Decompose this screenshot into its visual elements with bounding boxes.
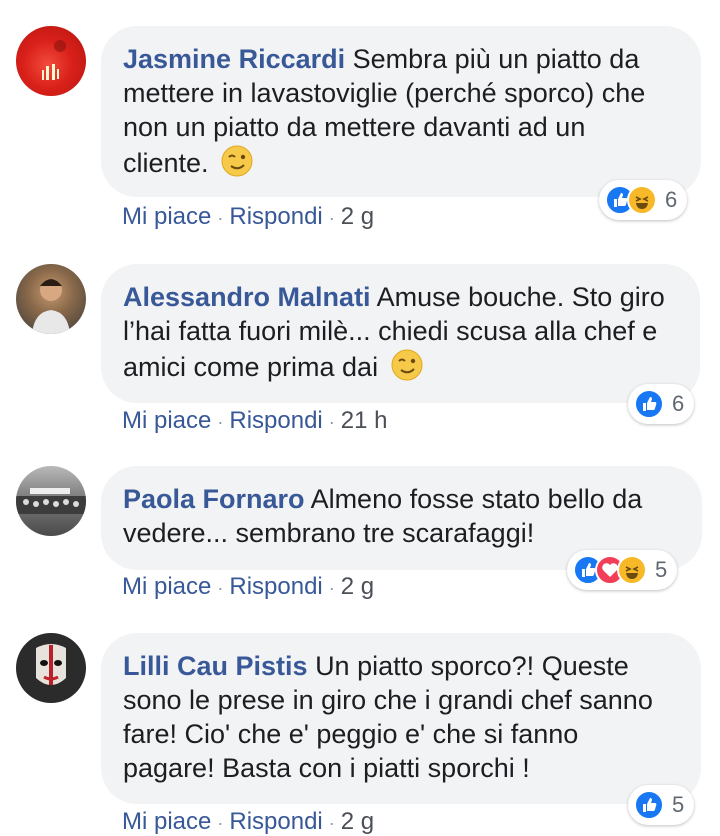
reply-link[interactable]: Rispondi: [229, 203, 322, 230]
wink-emoji-icon: [390, 348, 424, 390]
comment-author[interactable]: Lilli Cau Pistis: [123, 651, 308, 681]
avatar[interactable]: [16, 633, 86, 703]
reaction-count: 5: [655, 557, 668, 582]
like-link[interactable]: Mi piace: [122, 407, 211, 434]
haha-reaction-icon: [627, 185, 657, 215]
separator: ·: [217, 208, 224, 228]
comment-author[interactable]: Alessandro Malnati: [123, 282, 371, 312]
like-link[interactable]: Mi piace: [122, 203, 211, 230]
comment-timestamp[interactable]: 2 g: [341, 808, 374, 835]
comment-timestamp[interactable]: 2 g: [341, 203, 374, 230]
comment-actions: Mi piace · Rispondi · 2 g: [122, 203, 374, 231]
reactions-summary[interactable]: 5: [628, 785, 695, 825]
comment-author[interactable]: Jasmine Riccardi: [123, 44, 345, 74]
comment-bubble: Alessandro Malnati Amuse bouche. Sto gir…: [101, 264, 700, 403]
avatar[interactable]: [16, 264, 86, 334]
separator: ·: [217, 412, 224, 432]
reply-link[interactable]: Rispondi: [229, 407, 322, 434]
separator: ·: [328, 208, 335, 228]
avatar[interactable]: [16, 466, 86, 536]
reply-link[interactable]: Rispondi: [229, 808, 322, 835]
comment-timestamp[interactable]: 21 h: [341, 407, 388, 434]
reactions-summary[interactable]: 6: [628, 384, 695, 424]
separator: ·: [328, 412, 335, 432]
reply-link[interactable]: Rispondi: [229, 573, 322, 600]
wink-emoji-icon: [220, 144, 254, 186]
reactions-summary[interactable]: 5: [567, 550, 678, 590]
separator: ·: [217, 813, 224, 833]
comment-actions: Mi piace · Rispondi · 2 g: [122, 808, 374, 836]
comment-actions: Mi piace · Rispondi · 2 g: [122, 573, 374, 601]
like-reaction-icon: [634, 389, 664, 419]
separator: ·: [328, 578, 335, 598]
reaction-count: 6: [665, 187, 678, 212]
like-link[interactable]: Mi piace: [122, 808, 211, 835]
reaction-count: 6: [672, 391, 685, 416]
comment-author[interactable]: Paola Fornaro: [123, 484, 305, 514]
like-reaction-icon: [634, 790, 664, 820]
like-link[interactable]: Mi piace: [122, 573, 211, 600]
comment-timestamp[interactable]: 2 g: [341, 573, 374, 600]
separator: ·: [217, 578, 224, 598]
comment-bubble: Lilli Cau Pistis Un piatto sporco?! Ques…: [101, 633, 701, 804]
reactions-summary[interactable]: 6: [599, 180, 688, 220]
reaction-count: 5: [672, 792, 685, 817]
comment-bubble: Jasmine Riccardi Sembra più un piatto da…: [101, 26, 701, 197]
comment-actions: Mi piace · Rispondi · 21 h: [122, 407, 387, 435]
haha-reaction-icon: [617, 555, 647, 585]
separator: ·: [328, 813, 335, 833]
avatar[interactable]: [16, 26, 86, 96]
